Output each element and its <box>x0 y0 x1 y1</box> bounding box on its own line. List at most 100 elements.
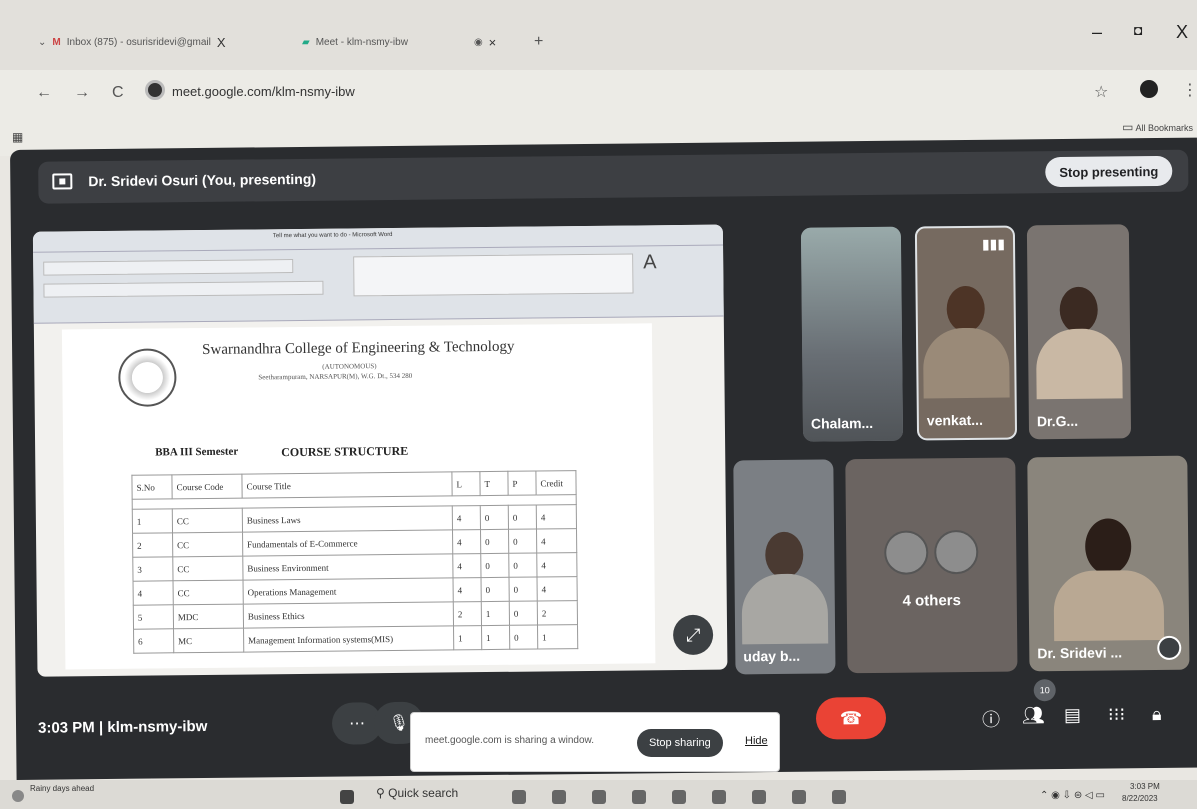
meeting-details-icon[interactable]: ⓘ <box>982 706 1000 732</box>
activities-icon[interactable]: ⁝⁝⁝ <box>1108 704 1125 725</box>
browser-tab-bar: ⌄ M Inbox (875) - osurisridevi@gmail X ▰… <box>0 0 1197 70</box>
col-header: Course Title <box>241 471 453 499</box>
back-icon[interactable]: ← <box>36 84 52 102</box>
cell: 1 <box>537 624 578 650</box>
cell: 0 <box>508 529 537 554</box>
maximize-icon[interactable]: ◘ <box>1134 22 1142 38</box>
app-icon[interactable] <box>592 790 606 804</box>
weather-widget[interactable]: Rainy days ahead <box>30 784 94 793</box>
url-field[interactable]: meet.google.com/klm-nsmy-ibw <box>172 84 355 99</box>
col-header: Credit <box>535 470 577 496</box>
meet-icon: ▰ <box>302 36 310 48</box>
cell: 4 <box>536 504 577 530</box>
tab-gmail[interactable]: ⌄ M Inbox (875) - osurisridevi@gmail X <box>38 30 226 54</box>
participant-video <box>1035 286 1123 400</box>
sharing-message: meet.google.com is sharing a window. <box>425 735 594 746</box>
app-icon[interactable] <box>712 790 726 804</box>
presenting-label: Dr. Sridevi Osuri (You, presenting) <box>88 170 317 190</box>
app-icon[interactable] <box>672 790 686 804</box>
others-avatars <box>884 530 979 576</box>
meeting-info: 3:03 PM | klm-nsmy-ibw <box>38 718 207 737</box>
stop-presenting-button[interactable]: Stop presenting <box>1045 155 1173 188</box>
leave-call-button[interactable]: ☎︎ <box>815 696 887 740</box>
cell: 4 <box>536 552 577 578</box>
word-ribbon: Tell me what you want to do - Microsoft … <box>32 224 724 324</box>
cell: CC <box>172 508 243 533</box>
cell: 1 <box>481 601 510 626</box>
close-window-icon[interactable]: X <box>1176 22 1188 43</box>
app-icon[interactable] <box>832 790 846 804</box>
self-tile[interactable]: Dr. Sridevi ... <box>1027 455 1190 672</box>
new-tab-button[interactable]: + <box>534 30 543 54</box>
cell: 0 <box>509 577 538 602</box>
chrome-icon[interactable] <box>792 790 806 804</box>
app-icon[interactable] <box>752 790 766 804</box>
tab-gmail-title: Inbox (875) - osurisridevi@gmail <box>66 36 211 48</box>
college-logo <box>118 348 177 407</box>
system-tray-icons[interactable]: ⌃ ◉ ⇩ ⊜ ◁ ▭ <box>1040 790 1105 801</box>
table-row: 6 MC Management Information systems(MIS) 1 1… <box>133 624 578 654</box>
autonomous-label: (AUTONOMOUS) <box>322 362 377 371</box>
cell: CC <box>172 532 243 557</box>
app-icon[interactable] <box>632 790 646 804</box>
participant-tile-speaking[interactable]: ▮▮▮ venkat... <box>914 225 1018 441</box>
host-controls-icon[interactable]: 🔒︎ <box>1152 704 1162 725</box>
all-bookmarks[interactable]: ▭ All Bookmarks <box>1122 120 1193 134</box>
reload-icon[interactable]: C <box>112 84 124 102</box>
participant-name: Dr. Sridevi ... <box>1037 644 1123 662</box>
cell: MC <box>173 628 244 653</box>
expand-icon[interactable]: ⤢ <box>672 614 714 656</box>
cell: 0 <box>508 553 538 578</box>
tile-options-icon[interactable] <box>1157 635 1182 661</box>
col-header: L <box>451 471 481 496</box>
col-header: Course Code <box>171 474 243 499</box>
site-info-icon[interactable] <box>145 80 165 100</box>
cell: Business Laws <box>242 505 453 533</box>
cell: 0 <box>480 529 509 554</box>
forward-icon[interactable]: → <box>74 84 90 102</box>
taskbar-date: 8/22/2023 <box>1122 794 1158 803</box>
start-icon[interactable] <box>340 790 354 804</box>
hide-button[interactable]: Hide <box>745 735 768 747</box>
cell: 4 <box>452 529 481 554</box>
participant-video <box>922 285 1010 399</box>
search-icon: ⚲ <box>376 786 385 800</box>
stop-sharing-button[interactable]: Stop sharing <box>637 729 723 757</box>
weather-icon <box>12 790 24 802</box>
cell: 1 <box>453 625 482 650</box>
app-icon[interactable] <box>552 790 566 804</box>
semester-label: BBA III Semester <box>155 445 239 459</box>
participant-name: uday b... <box>743 647 801 665</box>
menu-kebab-icon[interactable]: ⋮ <box>1182 80 1197 100</box>
tab-gmail-close-icon[interactable]: X <box>217 35 226 50</box>
cell: 2 <box>132 532 173 558</box>
meeting-time: 3:03 PM <box>37 719 95 737</box>
taskbar-search[interactable]: ⚲ Quick search <box>376 786 458 800</box>
speaking-indicator-icon: ▮▮▮ <box>981 235 1006 252</box>
cell: 4 <box>453 577 482 602</box>
document-page: Swarnandhra College of Engineering & Tec… <box>61 323 656 670</box>
bookmark-star-icon[interactable]: ☆ <box>1094 82 1108 102</box>
cell: 5 <box>133 604 174 630</box>
cell: 4 <box>452 505 481 530</box>
shared-screen: Tell me what you want to do - Microsoft … <box>32 224 728 677</box>
cell: 4 <box>133 580 174 606</box>
others-tile[interactable]: 4 others <box>845 457 1018 674</box>
cell: 3 <box>132 556 174 582</box>
tab-meet-close-icon[interactable]: × <box>489 35 497 50</box>
participant-name: Dr.G... <box>1036 412 1079 430</box>
people-icon[interactable]: 👥︎ <box>1022 705 1045 726</box>
participant-tile[interactable]: uday b... <box>733 459 836 675</box>
apps-grid-icon[interactable]: ▦ <box>12 130 23 144</box>
participant-tile[interactable]: Chalam... <box>800 226 904 442</box>
tab-list-icon[interactable]: ⌄ <box>38 37 46 48</box>
chat-icon[interactable]: ▤ <box>1064 705 1081 726</box>
avatar <box>934 530 979 575</box>
profile-avatar[interactable] <box>1140 80 1158 98</box>
cell: 2 <box>537 600 578 626</box>
app-icon[interactable] <box>512 790 526 804</box>
meeting-code: klm-nsmy-ibw <box>107 717 208 737</box>
tab-meet[interactable]: ▰ Meet - klm-nsmy-ibw ◉ × <box>302 30 496 54</box>
participant-tile[interactable]: Dr.G... <box>1026 224 1132 440</box>
minimize-icon[interactable]: – <box>1092 22 1102 43</box>
